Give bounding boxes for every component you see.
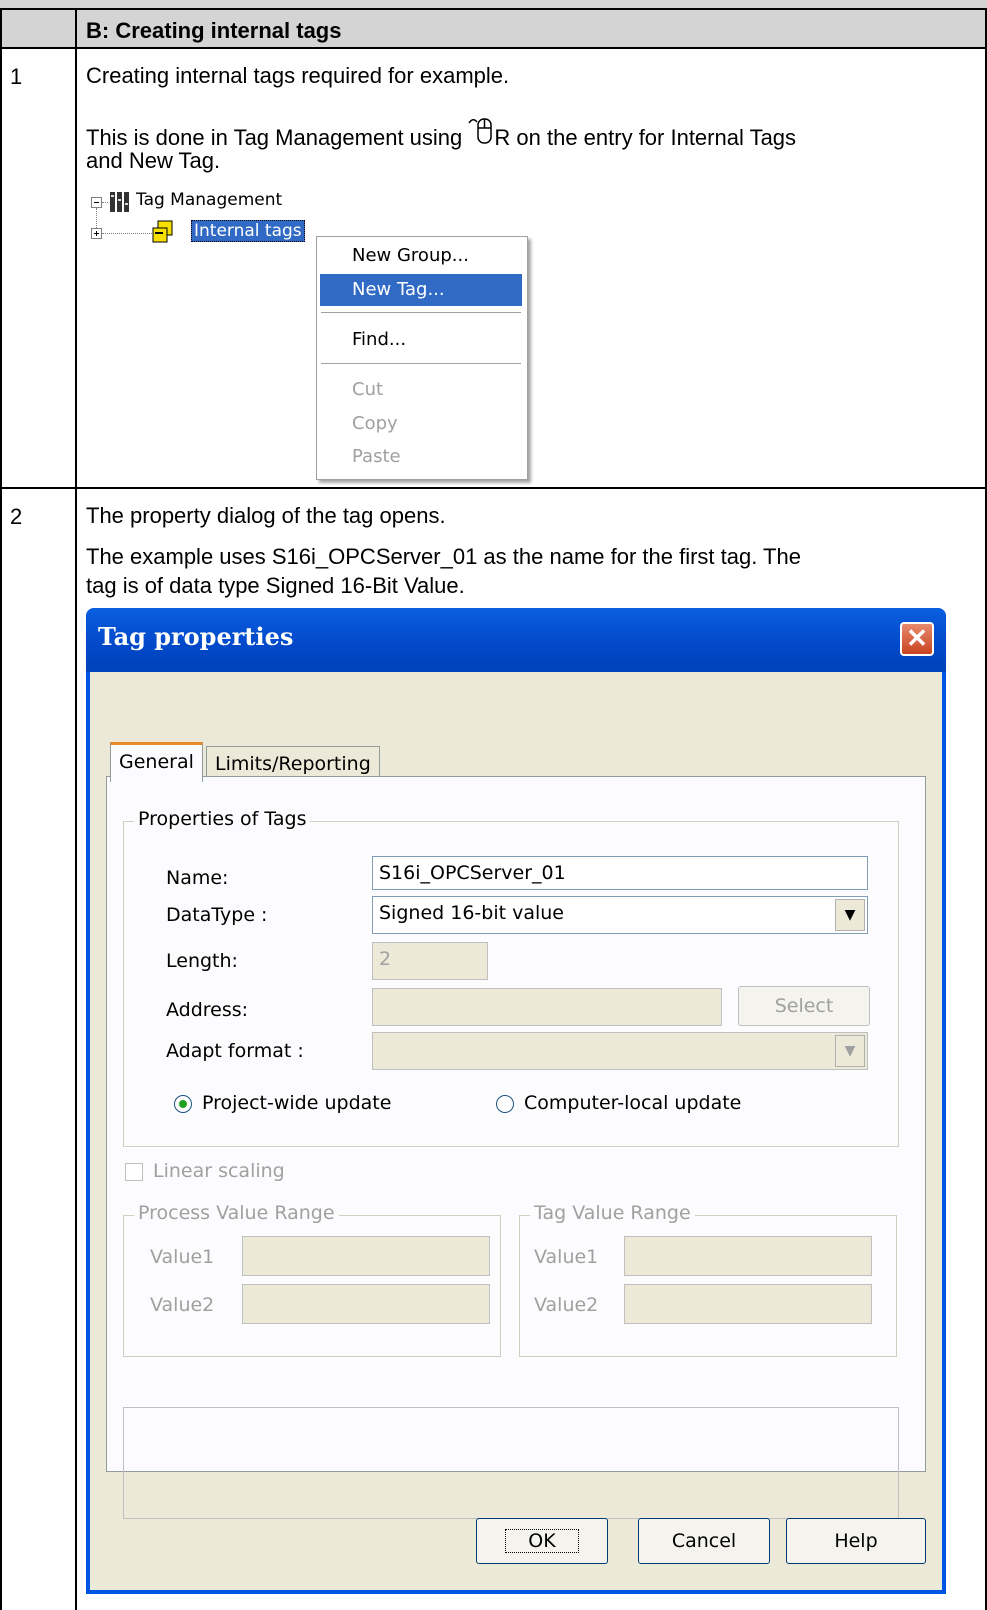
mouse-icon — [468, 117, 494, 145]
menu-item-new-group[interactable]: New Group... — [320, 240, 522, 272]
menu-separator — [321, 312, 521, 313]
project-wide-radio[interactable] — [174, 1095, 192, 1113]
process-value2-field — [242, 1284, 490, 1324]
table-border-top — [0, 8, 987, 10]
chevron-down-icon: ▼ — [835, 1035, 865, 1067]
tree-child-label[interactable]: Internal tags — [191, 220, 305, 242]
tree-root-label[interactable]: Tag Management — [136, 190, 282, 210]
menu-item-copy: Copy — [352, 413, 398, 434]
collapse-icon[interactable] — [91, 197, 102, 208]
dialog-title: Tag properties — [98, 622, 294, 651]
chevron-down-icon[interactable]: ▼ — [835, 899, 865, 931]
datatype-value: Signed 16-bit value — [379, 902, 564, 924]
close-icon: ✕ — [906, 623, 928, 653]
cancel-button[interactable]: Cancel — [638, 1518, 770, 1564]
properties-group: Properties of Tags Name: S16i_OPCServer_… — [123, 808, 899, 1147]
adapt-format-label: Adapt format : — [166, 1040, 304, 1062]
tag-value1-field — [624, 1236, 872, 1276]
expand-icon[interactable] — [91, 228, 102, 239]
table-column-divider — [75, 8, 77, 1610]
group-title: Properties of Tags — [134, 808, 311, 830]
menu-item-paste: Paste — [352, 446, 401, 467]
internal-tags-icon — [152, 219, 178, 250]
menu-separator — [321, 363, 521, 364]
help-button[interactable]: Help — [786, 1518, 926, 1564]
datatype-select[interactable]: Signed 16-bit value ▼ — [372, 896, 868, 934]
menu-item-find[interactable]: Find... — [320, 324, 522, 356]
address-field — [372, 988, 722, 1026]
ok-button[interactable]: OK — [476, 1518, 608, 1564]
value1-label: Value1 — [150, 1246, 215, 1268]
tab-panel: Properties of Tags Name: S16i_OPCServer_… — [106, 776, 926, 1519]
menu-item-new-tag[interactable]: New Tag... — [320, 274, 522, 306]
info-box — [123, 1407, 899, 1519]
tag-range-title: Tag Value Range — [530, 1202, 695, 1224]
menu-item-cut: Cut — [352, 379, 384, 400]
tag-value2-field — [624, 1284, 872, 1324]
computer-local-label[interactable]: Computer-local update — [524, 1092, 741, 1114]
adapt-format-select: ▼ — [372, 1032, 868, 1070]
row-text: The example uses S16i_OPCServer_01 as th… — [86, 544, 801, 569]
row-text: tag is of data type Signed 16-Bit Value. — [86, 573, 465, 598]
row-text: The property dialog of the tag opens. — [86, 503, 446, 528]
table-row-divider — [0, 487, 987, 489]
row-number: 2 — [10, 504, 23, 529]
context-menu: New Group... New Tag... Find... Cut Copy… — [316, 236, 528, 480]
address-label: Address: — [166, 999, 249, 1021]
value2-label: Value2 — [150, 1294, 215, 1316]
tag-properties-dialog: Tag properties ✕ General Limits/Reportin… — [86, 608, 946, 1594]
dialog-body: General Limits/Reporting Properties of T… — [90, 672, 942, 1590]
value1-label: Value1 — [534, 1246, 599, 1268]
tree-connector — [102, 202, 108, 203]
dialog-titlebar[interactable]: Tag properties ✕ — [86, 608, 946, 672]
tag-management-icon — [109, 191, 133, 218]
linear-scaling-checkbox — [125, 1163, 143, 1181]
close-button[interactable]: ✕ — [900, 622, 934, 656]
tag-value-range-group: Tag Value Range Value1 Value2 — [519, 1202, 897, 1357]
value2-label: Value2 — [534, 1294, 599, 1316]
table-header-divider — [0, 47, 987, 49]
project-wide-label[interactable]: Project-wide update — [202, 1092, 391, 1114]
tab-general[interactable]: General — [110, 742, 203, 782]
linear-scaling-label: Linear scaling — [153, 1160, 285, 1182]
computer-local-radio[interactable] — [496, 1095, 514, 1113]
length-field: 2 — [372, 942, 488, 980]
table-header-title: B: Creating internal tags — [86, 18, 342, 43]
datatype-label: DataType : — [166, 904, 268, 926]
name-label: Name: — [166, 867, 229, 889]
name-input[interactable]: S16i_OPCServer_01 — [372, 856, 868, 890]
table-border-left — [0, 8, 2, 1610]
row-text: Creating internal tags required for exam… — [86, 63, 510, 88]
process-value1-field — [242, 1236, 490, 1276]
process-value-range-group: Process Value Range Value1 Value2 — [123, 1202, 501, 1357]
row-text: and New Tag. — [86, 148, 221, 173]
row-number: 1 — [10, 64, 23, 89]
tree-connector — [102, 233, 152, 234]
select-button: Select — [738, 986, 870, 1026]
process-range-title: Process Value Range — [134, 1202, 339, 1224]
ok-label: OK — [505, 1529, 579, 1553]
length-label: Length: — [166, 950, 238, 972]
